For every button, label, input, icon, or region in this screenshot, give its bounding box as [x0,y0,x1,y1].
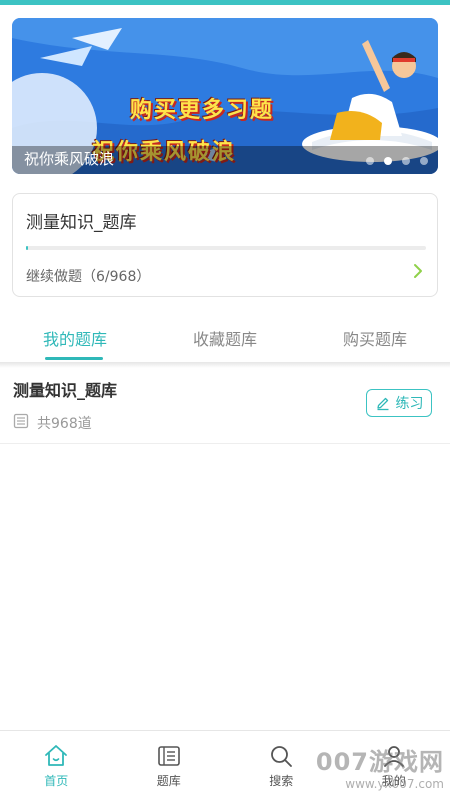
banner-headline-1: 购买更多习题 [130,98,275,123]
nav-home[interactable]: 首页 [0,731,113,800]
promo-banner[interactable]: 购买更多习题 祝你乘风破浪 祝你乘风破浪 [12,18,438,174]
bank-title: 测量知识_题库 [13,381,118,400]
nav-question-bank[interactable]: 题库 [113,731,226,800]
nav-home-label: 首页 [44,774,69,788]
pagination-dot[interactable] [420,157,428,165]
nav-question-bank-label: 题库 [156,774,181,788]
top-accent-bar [0,0,450,5]
card-bank-title: 测量知识_题库 [26,213,137,233]
banner-pagination [366,157,428,165]
practice-button[interactable]: 练习 [366,389,432,417]
banner-caption: 祝你乘风破浪 [24,150,115,168]
continue-practice-card[interactable]: 测量知识_题库 继续做题（6/968） [12,193,438,297]
practice-button-label: 练习 [395,396,424,412]
pagination-dot-active[interactable] [384,157,392,165]
watermark-url: www.yx007.com [345,777,444,791]
continue-practice-text: 继续做题（6/968） [26,269,151,285]
progress-bar-fill [26,246,29,250]
tab-favorites[interactable]: 收藏题库 [150,312,300,364]
nav-search-label: 搜索 [269,774,294,788]
question-bank-icon [157,746,180,766]
pagination-dot[interactable] [366,157,374,165]
watermark-title: 007游戏网 [315,748,444,776]
pagination-dot[interactable] [402,157,410,165]
watermark: 007游戏网 www.yx007.com [316,742,444,791]
edit-icon [376,397,388,411]
active-tab-indicator [45,357,103,360]
list-item[interactable]: 测量知识_题库 共968道 练习 [0,368,450,444]
search-icon [271,746,293,767]
question-count: 共968道 [37,416,92,432]
progress-bar [26,246,426,250]
home-icon [45,745,68,766]
list-icon [13,413,29,429]
tab-purchase[interactable]: 购买题库 [300,312,450,364]
chevron-right-icon[interactable] [411,262,425,280]
